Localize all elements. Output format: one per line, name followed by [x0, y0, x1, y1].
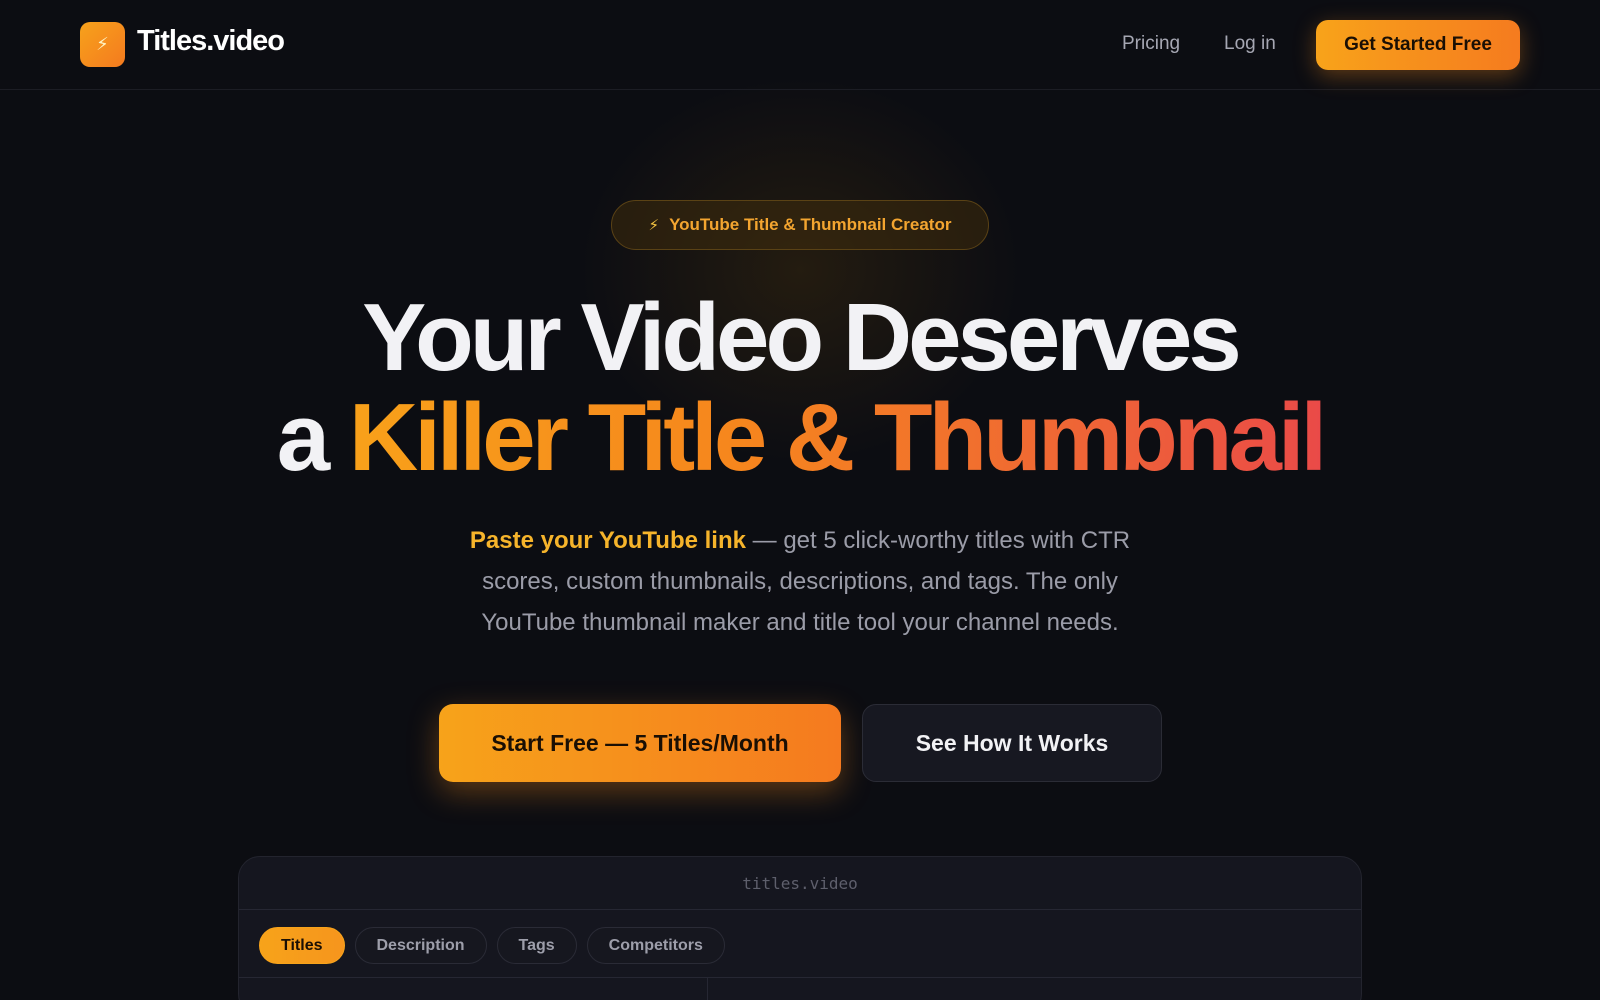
- top-navbar: ⚡ Titles.video Pricing Log in Get Starte…: [0, 0, 1600, 90]
- headline-highlight: Killer Title & Thumbnail: [348, 384, 1327, 491]
- tab-description[interactable]: Description: [354, 927, 487, 964]
- get-started-button[interactable]: Get Started Free: [1316, 20, 1520, 70]
- subtitle-highlight: Paste your YouTube link: [469, 527, 746, 554]
- hero-subtitle: Paste your YouTube link — get 5 click-wo…: [440, 520, 1160, 643]
- nav-link-pricing[interactable]: Pricing: [1122, 33, 1180, 55]
- preview-column-divider: [707, 977, 708, 1000]
- preview-url: titles.video: [742, 873, 858, 893]
- preview-address-bar: titles.video: [239, 857, 1361, 910]
- lightning-bolt-icon[interactable]: ⚡: [80, 22, 125, 67]
- lightning-bolt-icon: ⚡: [648, 217, 660, 234]
- start-free-button[interactable]: Start Free — 5 Titles/Month: [439, 704, 841, 782]
- hero-badge: ⚡ YouTube Title & Thumbnail Creator: [611, 200, 989, 250]
- headline-prefix: a: [276, 384, 349, 491]
- tab-competitors[interactable]: Competitors: [586, 927, 725, 964]
- headline-line-1: Your Video Deserves: [362, 284, 1242, 391]
- hero-badge-label: YouTube Title & Thumbnail Creator: [669, 215, 952, 234]
- headline-line-2: a Killer Title & Thumbnail: [0, 390, 1600, 486]
- see-how-it-works-button[interactable]: See How It Works: [862, 704, 1162, 782]
- preview-tabs: Titles Description Tags Competitors: [259, 927, 725, 964]
- brand-name[interactable]: Titles.video: [137, 25, 285, 58]
- tab-tags[interactable]: Tags: [496, 927, 577, 964]
- preview-divider: [239, 977, 1361, 978]
- nav-link-login[interactable]: Log in: [1224, 33, 1276, 55]
- app-preview-window: titles.video Titles Description Tags Com…: [238, 856, 1362, 1000]
- tab-titles[interactable]: Titles: [259, 927, 345, 964]
- logo-glyph: ⚡: [96, 34, 109, 54]
